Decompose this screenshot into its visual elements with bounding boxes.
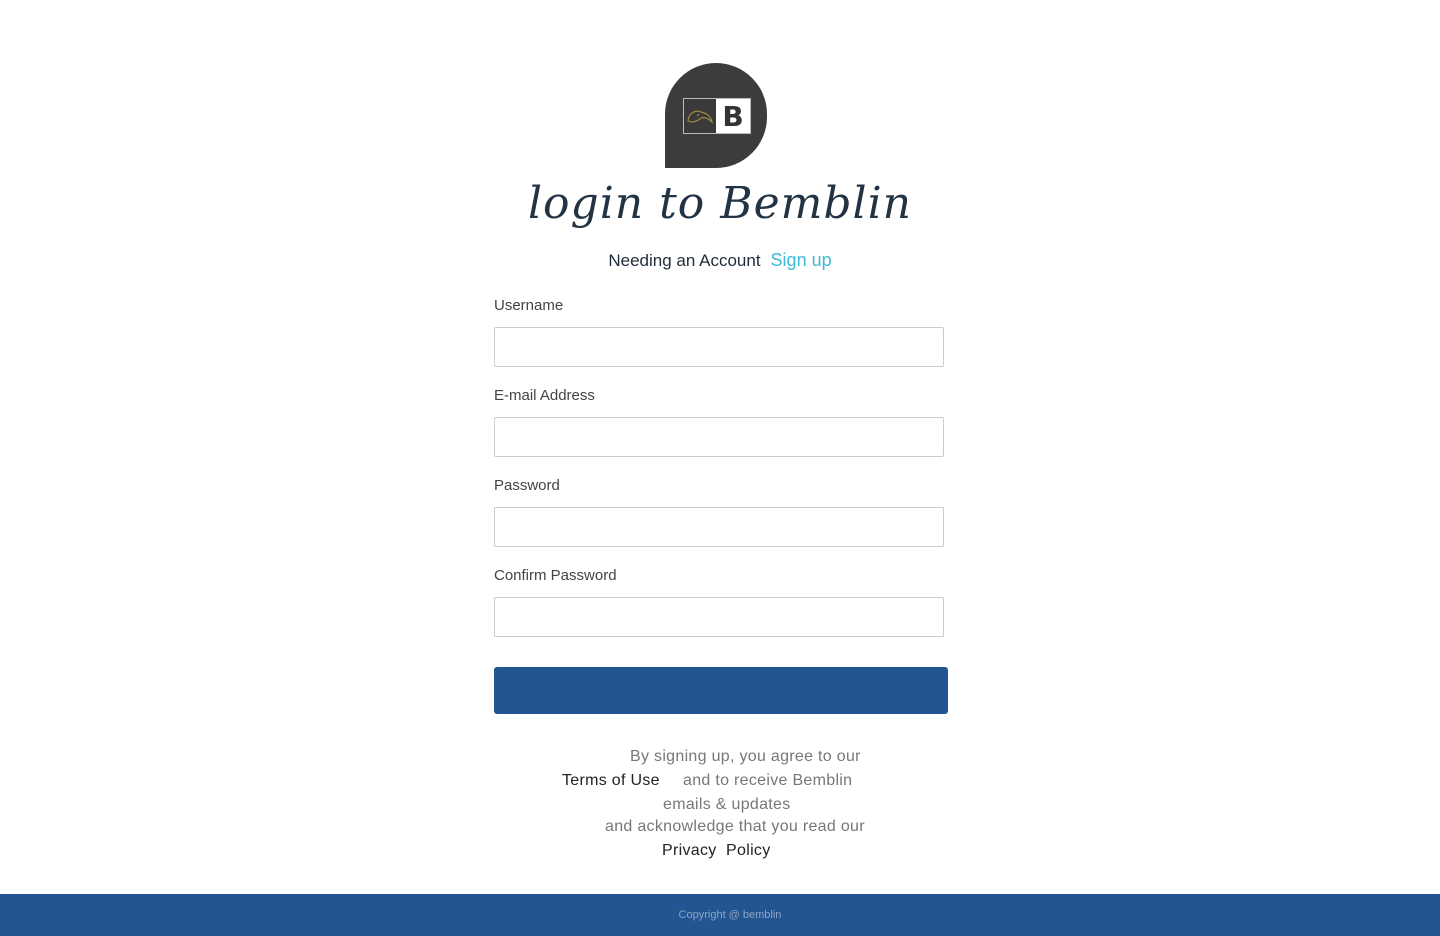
terms-line-2: and to receive Bemblin	[683, 772, 853, 789]
signup-prompt-text: Needing an Account	[608, 251, 761, 270]
email-label: E-mail Address	[494, 387, 595, 404]
signup-prompt: Needing an Account Sign up	[0, 250, 1440, 271]
logo-letter: B	[716, 99, 750, 133]
terms-of-use-link[interactable]: Terms of Use	[562, 772, 660, 790]
confirm-password-input[interactable]	[494, 597, 944, 637]
terms-line-1: By signing up, you agree to our	[630, 748, 861, 765]
bird-logo-icon	[684, 99, 716, 133]
username-label: Username	[494, 297, 564, 314]
password-label: Password	[494, 477, 560, 494]
page-title: login to Bemblin	[527, 178, 913, 229]
sign-up-link[interactable]: Sign up	[771, 250, 832, 270]
confirm-password-label: Confirm Password	[494, 567, 617, 584]
username-input[interactable]	[494, 327, 944, 367]
logo: B	[665, 63, 767, 168]
password-input[interactable]	[494, 507, 944, 547]
terms-line-3: emails & updates	[663, 796, 791, 813]
logo-badge: B	[683, 98, 751, 134]
terms-line-4: and acknowledge that you read our	[605, 818, 865, 835]
submit-button[interactable]	[494, 667, 948, 714]
email-input[interactable]	[494, 417, 944, 457]
privacy-policy-link[interactable]: Privacy Policy	[662, 842, 771, 860]
copyright-text: Copyright @ bemblin	[678, 909, 782, 921]
footer: Copyright @ bemblin	[0, 894, 1440, 936]
